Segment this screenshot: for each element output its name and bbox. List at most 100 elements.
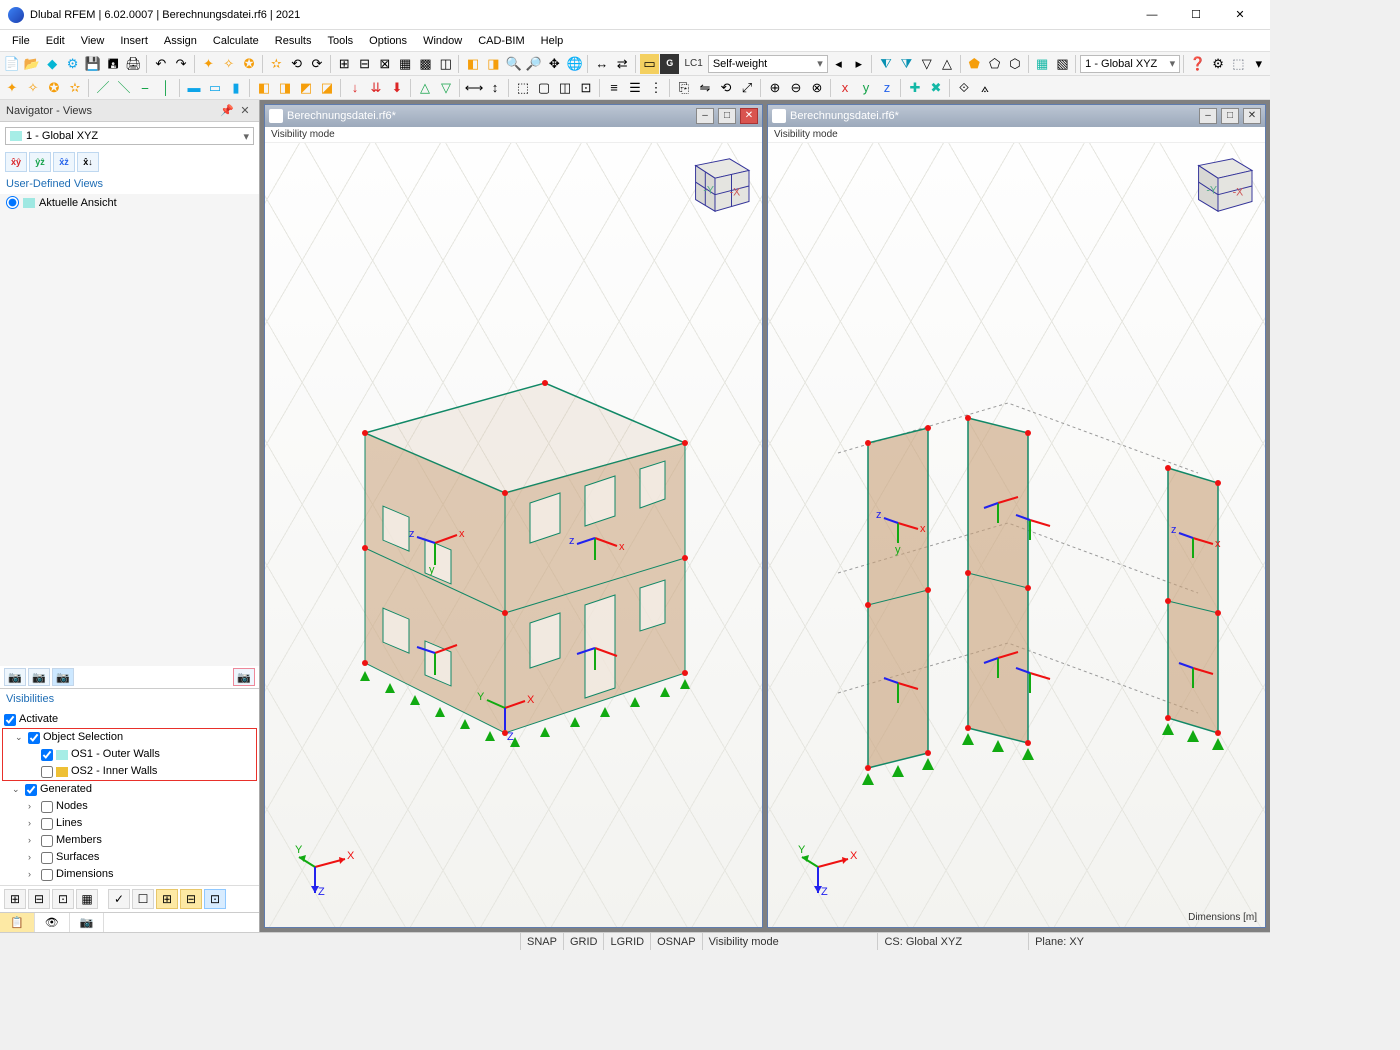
current-view-row[interactable]: Aktuelle Ansicht xyxy=(0,194,259,211)
os2-row[interactable]: OS2 - Inner Walls xyxy=(3,763,256,780)
misc-icon[interactable]: ⊗ xyxy=(807,78,827,98)
chevron-down-icon[interactable]: ▾ xyxy=(1249,54,1268,74)
maximize-button[interactable]: ☐ xyxy=(1174,1,1218,29)
member-icon[interactable]: ▮ xyxy=(226,78,246,98)
tool-icon[interactable]: ⟲ xyxy=(287,54,306,74)
mdi-titlebar[interactable]: Berechnungsdatei.rf6* – □ ✕ xyxy=(768,105,1265,127)
lc-prev-icon[interactable]: ◂ xyxy=(829,54,848,74)
menu-insert[interactable]: Insert xyxy=(112,33,156,49)
new-file-icon[interactable]: 📄 xyxy=(2,54,21,74)
generated-checkbox[interactable] xyxy=(25,784,37,796)
object-selection-checkbox[interactable] xyxy=(28,732,40,744)
node-icon[interactable]: ✦ xyxy=(2,78,22,98)
grid-icon[interactable]: ▧ xyxy=(1053,54,1072,74)
os2-checkbox[interactable] xyxy=(41,766,53,778)
section-icon[interactable]: ⬠ xyxy=(985,54,1004,74)
dim-icon[interactable]: ⟷ xyxy=(464,78,484,98)
line-icon[interactable]: ＼ xyxy=(114,78,134,98)
gen-surfaces-row[interactable]: ›Surfaces xyxy=(0,849,259,866)
tool-icon[interactable]: ✫ xyxy=(267,54,286,74)
tool-icon[interactable]: ✧ xyxy=(219,54,238,74)
help-icon[interactable]: ❓ xyxy=(1188,54,1207,74)
activate-row[interactable]: Activate xyxy=(0,711,259,728)
surface-icon[interactable]: ◧ xyxy=(254,78,274,98)
tool-icon[interactable]: ✪ xyxy=(239,54,258,74)
gen-members-row[interactable]: ›Members xyxy=(0,832,259,849)
table-icon[interactable]: ⊟ xyxy=(355,54,374,74)
tool-icon[interactable]: ✦ xyxy=(199,54,218,74)
print-icon[interactable]: 🖨 xyxy=(124,54,143,74)
navigator-tab-camera[interactable]: 📷 xyxy=(70,913,105,932)
expand-icon[interactable]: › xyxy=(28,850,38,865)
wizard-icon[interactable]: ◆ xyxy=(43,54,62,74)
nav-bot-button[interactable]: ✓ xyxy=(108,889,130,909)
navigator-tab-views[interactable]: 👁 xyxy=(35,913,70,932)
expand-icon[interactable]: › xyxy=(28,833,38,848)
support-icon[interactable]: △ xyxy=(415,78,435,98)
support-icon[interactable]: ▽ xyxy=(436,78,456,98)
navigation-cube[interactable]: -Y-X xyxy=(1179,151,1257,219)
generated-row[interactable]: ⌄ Generated xyxy=(0,781,259,798)
gen-members-checkbox[interactable] xyxy=(41,835,53,847)
scale-icon[interactable]: ⤢ xyxy=(737,78,757,98)
navigator-tab-data[interactable]: 📋 xyxy=(0,913,35,932)
load-icon[interactable]: ↓ xyxy=(345,78,365,98)
mdi-titlebar[interactable]: Berechnungsdatei.rf6* – □ ✕ xyxy=(265,105,762,127)
load-icon[interactable]: ⇊ xyxy=(366,78,386,98)
section-icon[interactable]: ⬟ xyxy=(965,54,984,74)
menu-calculate[interactable]: Calculate xyxy=(205,33,267,49)
align-icon[interactable]: ≡ xyxy=(604,78,624,98)
section-icon[interactable]: ⬡ xyxy=(1005,54,1024,74)
undo-icon[interactable]: ↶ xyxy=(151,54,170,74)
menu-options[interactable]: Options xyxy=(361,33,415,49)
surface-icon[interactable]: ◪ xyxy=(317,78,337,98)
menu-edit[interactable]: Edit xyxy=(38,33,73,49)
line-icon[interactable]: │ xyxy=(156,78,176,98)
menu-tools[interactable]: Tools xyxy=(319,33,361,49)
lc-next-icon[interactable]: ▸ xyxy=(849,54,868,74)
settings-icon[interactable]: ⚙ xyxy=(63,54,82,74)
menu-file[interactable]: File xyxy=(4,33,38,49)
nav-bot-button[interactable]: ⊡ xyxy=(204,889,226,909)
misc-icon[interactable]: ⟐ xyxy=(954,78,974,98)
gen-nodes-checkbox[interactable] xyxy=(41,801,53,813)
view-icon[interactable]: ⇄ xyxy=(613,54,632,74)
filter-icon[interactable]: ▽ xyxy=(917,54,936,74)
collapse-icon[interactable]: ⌄ xyxy=(15,730,25,745)
save-icon[interactable]: 💾 xyxy=(83,54,102,74)
close-button[interactable]: ✕ xyxy=(1218,1,1262,29)
nav-bot-button[interactable]: ⊞ xyxy=(4,889,26,909)
viewport-left[interactable]: -Y -X xyxy=(265,143,762,927)
dim-icon[interactable]: ↕ xyxy=(485,78,505,98)
nav-bot-button[interactable]: ⊟ xyxy=(28,889,50,909)
rotate-icon[interactable]: ⟲ xyxy=(716,78,736,98)
table-icon[interactable]: ⊠ xyxy=(375,54,394,74)
camera-icon[interactable]: 📷 xyxy=(52,668,74,686)
zoom-icon[interactable]: 🔎 xyxy=(524,54,543,74)
camera-icon[interactable]: 📷 xyxy=(28,668,50,686)
gen-nodes-row[interactable]: ›Nodes xyxy=(0,798,259,815)
nav-bot-button[interactable]: ☐ xyxy=(132,889,154,909)
status-osnap[interactable]: OSNAP xyxy=(650,933,702,950)
member-icon[interactable]: ▭ xyxy=(205,78,225,98)
misc-icon[interactable]: ✚ xyxy=(905,78,925,98)
nav-bot-button[interactable]: ▦ xyxy=(76,889,98,909)
view-combo[interactable]: 1 - Global XYZ▾ xyxy=(5,127,254,145)
activate-checkbox[interactable] xyxy=(4,714,16,726)
collapse-icon[interactable]: ⌄ xyxy=(12,782,22,797)
filter-icon[interactable]: △ xyxy=(937,54,956,74)
nav-icon[interactable]: ◧ xyxy=(463,54,482,74)
os1-row[interactable]: OS1 - Outer Walls xyxy=(3,746,256,763)
zoom-icon[interactable]: 🔍 xyxy=(504,54,523,74)
table-icon[interactable]: ▩ xyxy=(416,54,435,74)
object-selection-row[interactable]: ⌄ Object Selection xyxy=(3,729,256,746)
mdi-close-button[interactable]: ✕ xyxy=(1243,108,1261,124)
view-xy-button[interactable]: x̂ŷ xyxy=(5,152,27,172)
menu-help[interactable]: Help xyxy=(533,33,572,49)
cube-icon[interactable]: ⬚ xyxy=(1229,54,1248,74)
misc-icon[interactable]: ⊕ xyxy=(765,78,785,98)
pan-icon[interactable]: ✥ xyxy=(545,54,564,74)
nav-bot-button[interactable]: ⊞ xyxy=(156,889,178,909)
os1-checkbox[interactable] xyxy=(41,749,53,761)
tool-icon[interactable]: ⟳ xyxy=(307,54,326,74)
